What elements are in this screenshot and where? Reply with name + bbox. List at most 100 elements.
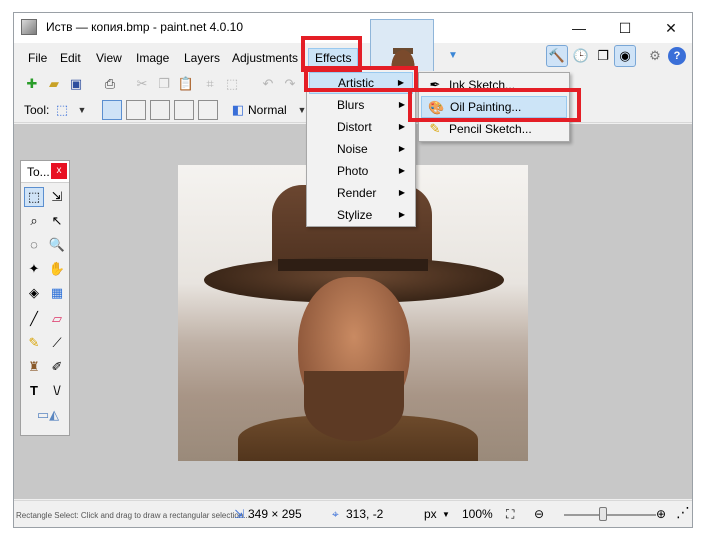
resize-grip-icon[interactable]: ⋰ [676, 504, 690, 521]
deselect-icon[interactable]: ⬚ [222, 74, 242, 94]
zoom-to-window-icon[interactable]: ⛶ [506, 507, 514, 522]
artistic-submenu: ✒ Ink Sketch... 🎨 Oil Painting... ✎ Penc… [418, 72, 570, 142]
move-selection-tool-icon[interactable]: ↖ [47, 211, 67, 231]
selection-mode-exclude[interactable] [150, 100, 170, 120]
oil-painting-icon: 🎨 [428, 100, 445, 115]
recolor-tool-icon[interactable]: ✐ [47, 357, 67, 377]
submenu-item-ink-sketch[interactable]: ✒ Ink Sketch... [421, 74, 567, 96]
tools-panel-header: To... x [21, 161, 69, 183]
zoom-value[interactable]: 100% [462, 507, 493, 521]
effects-menu-item-distort[interactable]: Distort ▶ [309, 116, 413, 138]
cursor-position-value: 313, -2 [346, 507, 384, 521]
tools-panel: To... x ⬚ ⇲ ⌕ ↖ ◌ 🔍 ✦ ✋ ◈ ▦ ╱ ▱ ✎ ⟋ ♜ ✐ … [20, 160, 70, 436]
redo-icon[interactable]: ↷ [280, 74, 300, 94]
effects-menu-item-noise[interactable]: Noise ▶ [309, 138, 413, 160]
effects-photo-label: Photo [337, 164, 369, 178]
zoom-slider-track[interactable] [564, 514, 656, 516]
pencil-sketch-icon: ✎ [429, 121, 441, 136]
cut-icon[interactable]: ✂ [132, 74, 152, 94]
rectangle-select-tool-icon[interactable]: ⬚ [24, 187, 44, 207]
ellipse-select-tool-icon[interactable]: ◌ [24, 235, 44, 255]
tools-toggle-icon[interactable]: 🔨 [546, 45, 568, 67]
effects-menu-item-photo[interactable]: Photo ▶ [309, 160, 413, 182]
units-chevron-down-icon[interactable]: ▼ [442, 510, 450, 519]
chevron-down-icon[interactable]: ▼ [442, 45, 464, 67]
effects-menu-item-artistic[interactable]: Artistic ▶ [309, 72, 413, 94]
submenu-arrow-icon: ▶ [398, 188, 405, 197]
effects-menu-item-blurs[interactable]: Blurs ▶ [309, 94, 413, 116]
zoom-tool-icon[interactable]: 🔍 [47, 235, 67, 255]
submenu-arrow-icon: ▶ [397, 78, 404, 87]
gradient-tool-icon[interactable]: ▦ [47, 283, 67, 303]
image-size-icon: ⇲ [234, 507, 245, 521]
paste-icon[interactable]: 📋 [176, 74, 196, 94]
menu-edit[interactable]: Edit [60, 48, 81, 68]
eraser-tool-icon[interactable]: ▱ [47, 309, 67, 329]
menu-adjustments[interactable]: Adjustments [232, 48, 298, 68]
maximize-button[interactable]: ☐ [602, 13, 648, 43]
history-icon[interactable]: 🕒 [570, 45, 592, 67]
title-bar: Иств — копия.bmp - paint.net 4.0.10 — ☐ … [14, 13, 692, 43]
effects-artistic-label: Artistic [338, 76, 374, 90]
image-size-value: 349 × 295 [248, 507, 302, 521]
layers-icon[interactable]: ❐ [592, 45, 614, 67]
menu-image[interactable]: Image [136, 48, 169, 68]
units-select[interactable]: px [424, 507, 437, 521]
effects-render-label: Render [337, 186, 377, 200]
lasso-tool-icon[interactable]: ⌕ [24, 211, 44, 231]
undo-icon[interactable]: ↶ [258, 74, 278, 94]
selection-mode-invert[interactable] [198, 100, 218, 120]
blend-mode-select[interactable]: Normal [248, 103, 287, 117]
selection-mode-intersect[interactable] [174, 100, 194, 120]
selection-mode-union[interactable] [126, 100, 146, 120]
submenu-arrow-icon: ▶ [398, 166, 405, 175]
zoom-out-icon[interactable]: ⊖ [534, 507, 544, 521]
line-curve-tool-icon[interactable]: \/ [47, 381, 67, 401]
text-tool-icon[interactable]: T [24, 381, 44, 401]
crop-icon[interactable]: ⌗ [200, 74, 220, 94]
menu-effects[interactable]: Effects [308, 48, 359, 68]
pan-tool-icon[interactable]: ✋ [47, 259, 67, 279]
zoom-slider-thumb[interactable] [599, 507, 607, 521]
clone-stamp-tool-icon[interactable]: ♜ [24, 357, 44, 377]
settings-gear-icon[interactable]: ⚙ [644, 45, 666, 67]
submenu-arrow-icon: ▶ [398, 144, 405, 153]
selection-mode-replace[interactable] [102, 100, 122, 120]
open-folder-icon[interactable]: ▰ [44, 74, 64, 94]
effects-menu-item-stylize[interactable]: Stylize ▶ [309, 204, 413, 226]
menu-file[interactable]: File [28, 48, 47, 68]
cursor-position-icon: ⌖ [332, 507, 339, 521]
submenu-item-oil-painting[interactable]: 🎨 Oil Painting... [421, 96, 567, 118]
colors-icon[interactable]: ◉ [614, 45, 636, 67]
close-button[interactable]: ✕ [648, 13, 692, 43]
menu-layers[interactable]: Layers [184, 48, 220, 68]
move-selected-tool-icon[interactable]: ⇲ [47, 187, 67, 207]
magic-wand-tool-icon[interactable]: ✦ [24, 259, 44, 279]
color-picker-tool-icon[interactable]: ⟋ [47, 333, 67, 353]
image-thumbnail-tab[interactable] [370, 19, 434, 73]
submenu-arrow-icon: ▶ [398, 100, 405, 109]
shapes-tool-icon[interactable]: ▭◭ [33, 405, 63, 425]
print-icon[interactable]: ⎙ [100, 74, 120, 94]
blend-mode-icon: ◧ [231, 102, 245, 117]
help-icon[interactable]: ? [668, 47, 686, 65]
effects-menu: Artistic ▶ Blurs ▶ Distort ▶ Noise ▶ Pho… [306, 69, 416, 227]
photo-hat-band [278, 259, 428, 271]
zoom-in-icon[interactable]: ⊕ [656, 507, 666, 521]
tools-panel-close-icon[interactable]: x [51, 163, 67, 179]
tools-panel-title: To... [27, 165, 50, 179]
rectangle-select-icon[interactable]: ⬚ [52, 100, 72, 120]
submenu-arrow-icon: ▶ [398, 210, 405, 219]
submenu-item-pencil-sketch[interactable]: ✎ Pencil Sketch... [421, 118, 567, 140]
new-file-icon[interactable]: ✚ [22, 74, 42, 94]
pencil-tool-icon[interactable]: ✎ [24, 333, 44, 353]
tool-dropdown-arrow-icon[interactable]: ▼ [72, 100, 92, 120]
save-icon[interactable]: ▣ [66, 74, 86, 94]
minimize-button[interactable]: — [556, 13, 602, 43]
copy-icon[interactable]: ❐ [154, 74, 174, 94]
effects-menu-item-render[interactable]: Render ▶ [309, 182, 413, 204]
menu-view[interactable]: View [96, 48, 122, 68]
paint-bucket-tool-icon[interactable]: ◈ [24, 283, 44, 303]
paintbrush-tool-icon[interactable]: ╱ [24, 309, 44, 329]
submenu-arrow-icon: ▶ [398, 122, 405, 131]
